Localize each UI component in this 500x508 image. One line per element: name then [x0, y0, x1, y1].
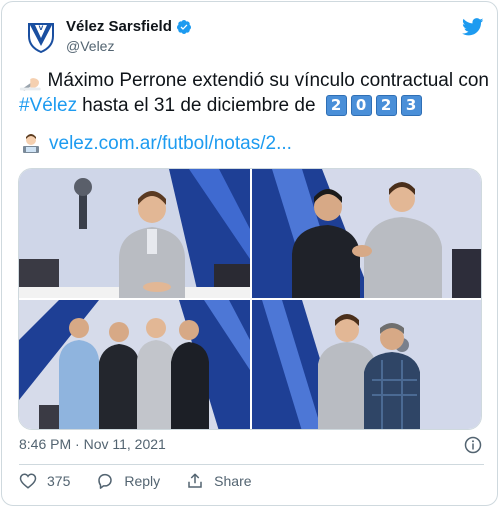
year-digit-key: 0 — [350, 95, 372, 116]
timestamp[interactable]: 8:46 PM · Nov 11, 2021 — [19, 436, 166, 452]
tweet-text-part1: Máximo Perrone extendió su vínculo contr… — [47, 70, 489, 91]
writing-hand-emoji-icon — [19, 77, 41, 91]
tweet-text-line-1: Máximo Perrone extendió su vínculo contr… — [19, 68, 489, 93]
share-label: Share — [214, 473, 252, 489]
photo-group[interactable] — [19, 300, 250, 429]
photo-handshake[interactable] — [252, 169, 481, 298]
photo-pair[interactable] — [252, 300, 481, 429]
photo-grid — [18, 168, 482, 430]
verified-badge-icon — [176, 19, 191, 34]
heart-icon — [19, 473, 37, 489]
link-row: velez.com.ar/futbol/notas/2... — [19, 132, 292, 156]
reply-label: Reply — [124, 473, 161, 489]
handle[interactable]: @Velez — [66, 38, 114, 54]
velez-crest-icon: V — [21, 16, 61, 56]
like-button[interactable]: 375 — [19, 472, 70, 490]
avatar[interactable]: V — [21, 16, 61, 56]
year-digit-key: 2 — [375, 95, 397, 116]
info-icon[interactable] — [464, 436, 482, 454]
photo-handshake-image — [252, 169, 481, 298]
action-bar: 375 Reply Share — [19, 472, 278, 490]
share-button[interactable]: Share — [186, 472, 252, 490]
tweet-card: V Vélez Sarsfield @Velez Máximo Perrone … — [1, 1, 498, 506]
tweet-text-part2: hasta el 31 de diciembre de — [82, 95, 316, 116]
article-link[interactable]: velez.com.ar/futbol/notas/2... — [49, 133, 292, 155]
display-name[interactable]: Vélez Sarsfield — [66, 18, 172, 35]
name-row: Vélez Sarsfield — [66, 18, 192, 35]
twitter-bird-icon[interactable] — [462, 18, 484, 36]
svg-text:V: V — [39, 25, 44, 32]
year-digit-key: 2 — [325, 95, 347, 116]
like-count: 375 — [47, 473, 71, 489]
share-icon — [188, 473, 202, 488]
technologist-emoji-icon — [23, 134, 39, 153]
reply-icon — [98, 473, 113, 489]
photo-group-image — [19, 300, 250, 429]
hashtag-link[interactable]: #Vélez — [19, 93, 77, 118]
tweet-text-line-2: #Vélez hasta el 31 de diciembre de 2 0 2… — [19, 93, 489, 118]
photo-pair-image — [252, 300, 481, 429]
photo-signing-image — [19, 169, 250, 298]
tweet-text: Máximo Perrone extendió su vínculo contr… — [19, 68, 489, 118]
reply-button[interactable]: Reply — [96, 472, 160, 490]
divider — [19, 464, 484, 465]
photo-signing[interactable] — [19, 169, 250, 298]
year-digit-key: 3 — [400, 95, 422, 116]
